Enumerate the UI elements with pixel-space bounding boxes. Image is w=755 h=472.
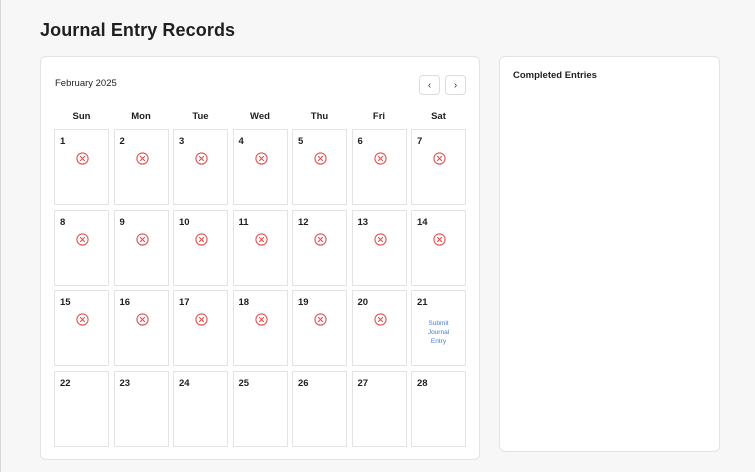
day-number: 5 (298, 136, 304, 147)
day-number: 6 (357, 136, 363, 147)
calendar-day-cell: 16 (113, 290, 169, 366)
calendar-day-cell: 5 (292, 129, 347, 205)
day-number: 12 (298, 216, 309, 228)
day-number: 26 (298, 377, 309, 389)
circle-x-icon (195, 232, 208, 246)
day-number: 18 (238, 297, 250, 308)
day-number: 4 (238, 136, 244, 147)
calendar-day-cell: 20 (351, 290, 407, 366)
calendar-day-cell: 17 (173, 290, 228, 366)
circle-x-icon (76, 232, 89, 246)
calendar-day-cell: 10 (173, 209, 228, 286)
weekday-fri: Fri (372, 111, 386, 122)
day-number: 23 (119, 377, 131, 389)
submit-journal-entry-link[interactable]: Submit Journal Entry (415, 319, 462, 346)
day-number: 19 (298, 297, 309, 308)
weekday-sat: Sat (431, 111, 446, 122)
calendar-day-cell: 19 (292, 290, 347, 366)
weekday-mon: Mon (131, 111, 151, 122)
calendar-day-cell: 18 (232, 290, 288, 366)
day-number: 9 (119, 216, 125, 228)
completed-entries-panel: Completed Entries (499, 56, 720, 452)
weekday-sun: Sun (72, 111, 91, 122)
day-number: 27 (357, 377, 369, 389)
circle-x-icon (254, 232, 268, 246)
circle-x-icon (195, 152, 208, 165)
circle-x-icon (195, 313, 208, 326)
calendar-day-cell: 22 (54, 370, 109, 447)
circle-x-icon (373, 232, 387, 246)
day-number: 13 (357, 216, 369, 228)
day-number: 2 (119, 136, 125, 147)
calendar-day-cell: 8 (54, 209, 109, 286)
calendar-day-cell[interactable]: 21 Submit Journal Entry (411, 290, 466, 366)
calendar-card: February 2025 ‹ › Sun Mon Tue Wed Thu Fr… (40, 56, 480, 460)
circle-x-icon (254, 152, 268, 165)
calendar-day-cell: 4 (232, 129, 288, 205)
weekday-wed: Wed (250, 111, 270, 122)
day-number: 16 (119, 297, 131, 308)
circle-x-icon (314, 232, 327, 246)
circle-x-icon (135, 152, 149, 165)
calendar-day-cell: 25 (232, 370, 288, 447)
circle-x-icon (373, 313, 387, 326)
page-title: Journal Entry Records (40, 20, 236, 40)
calendar-day-cell: 15 (54, 290, 109, 366)
circle-x-icon (433, 152, 446, 165)
circle-x-icon (135, 232, 149, 246)
calendar-day-cell: 3 (173, 129, 228, 205)
day-number: 28 (417, 377, 428, 389)
circle-x-icon (314, 313, 327, 326)
day-number: 22 (60, 377, 71, 389)
calendar-day-cell: 6 (351, 129, 407, 205)
weekday-thu: Thu (310, 111, 329, 122)
calendar-day-cell: 7 (411, 129, 466, 205)
day-number: 21 (417, 297, 428, 308)
day-number: 1 (60, 136, 66, 147)
calendar-day-cell: 1 (54, 129, 109, 205)
chevron-right-icon: › (453, 79, 458, 91)
circle-x-icon (314, 152, 327, 165)
circle-x-icon (76, 152, 89, 165)
calendar-day-cell: 23 (113, 370, 169, 447)
calendar-day-cell: 13 (351, 209, 407, 286)
weekday-header: Sun Mon Tue Wed Thu Fri Sat (54, 111, 468, 125)
journal-records-page: Journal Entry Records February 2025 ‹ › … (0, 0, 755, 472)
circle-x-icon (76, 313, 89, 326)
day-number: 14 (417, 216, 428, 228)
day-number: 3 (179, 136, 185, 147)
day-number: 24 (179, 377, 190, 389)
day-number: 8 (60, 216, 66, 228)
calendar-day-cell: 24 (173, 370, 228, 447)
weekday-tue: Tue (192, 111, 209, 122)
circle-x-icon (373, 152, 387, 165)
circle-x-icon (433, 232, 446, 246)
day-number: 11 (238, 216, 249, 228)
day-number: 15 (60, 297, 71, 308)
day-number: 10 (179, 216, 190, 228)
calendar-day-cell: 26 (292, 370, 347, 447)
calendar-day-cell: 9 (113, 209, 169, 286)
circle-x-icon (135, 313, 149, 326)
calendar-day-cell: 27 (351, 370, 407, 447)
circle-x-icon (254, 313, 268, 326)
calendar-day-cell: 2 (113, 129, 169, 205)
chevron-left-icon: ‹ (427, 79, 432, 91)
calendar-day-cell: 14 (411, 209, 466, 286)
calendar-day-cell: 28 (411, 370, 466, 447)
day-number: 25 (238, 377, 250, 389)
completed-entries-title: Completed Entries (513, 70, 597, 81)
calendar-day-cell: 12 (292, 209, 347, 286)
month-label: February 2025 (55, 78, 117, 89)
next-month-button[interactable]: › (445, 75, 466, 95)
day-number: 20 (357, 297, 369, 308)
day-number: 17 (179, 297, 190, 308)
calendar-grid: 1 2 3 4 5 6 7 8 9 10 11 12 13 14 15 16 17 18 19 20 21 Submit … (54, 129, 468, 449)
calendar-day-cell: 11 (232, 209, 288, 286)
day-number: 7 (417, 136, 423, 147)
prev-month-button[interactable]: ‹ (419, 75, 440, 95)
